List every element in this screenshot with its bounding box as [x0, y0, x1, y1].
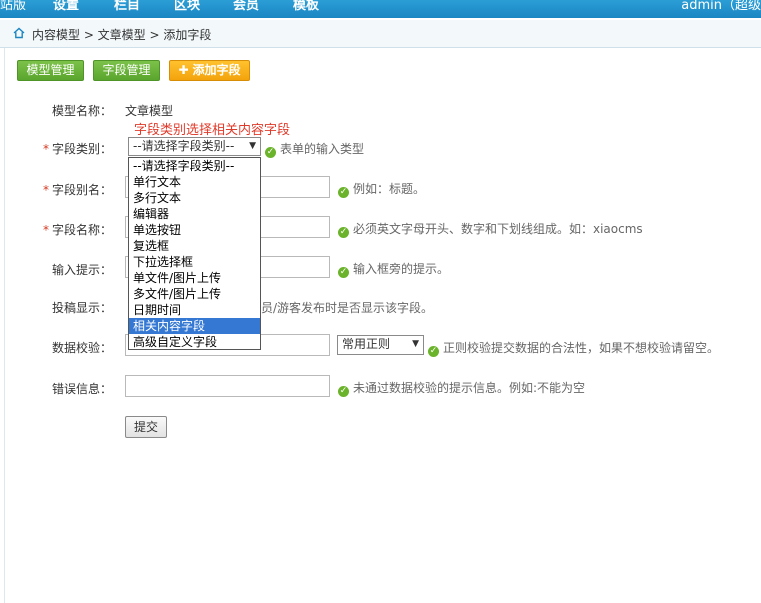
validation-label: 数据校验： [51, 341, 112, 355]
input-tip-hint: ✓ 输入框旁的提示。 [338, 262, 450, 278]
required-mark: * [42, 142, 49, 156]
dropdown-option[interactable]: 高级自定义字段 [129, 334, 260, 350]
field-alias-hint: ✓ 例如：标题。 [338, 182, 426, 198]
nav-item-members[interactable]: 会员 [233, 0, 259, 13]
dropdown-option[interactable]: 编辑器 [129, 206, 260, 222]
dropdown-option-selected[interactable]: 相关内容字段 [129, 318, 260, 334]
model-name-label: 模型名称： [51, 104, 112, 118]
breadcrumb: 内容模型 > 文章模型 > 添加字段 [0, 20, 761, 48]
field-name-hint: ✓ 必须英文字母开头、数字和下划线组成。如：xiaocms [338, 222, 643, 238]
field-type-label: * 字段类别： [42, 142, 112, 156]
model-manage-button[interactable]: 模型管理 [17, 60, 84, 81]
dropdown-option[interactable]: 单选按钮 [129, 222, 260, 238]
nav-item-templates[interactable]: 模板 [293, 0, 319, 13]
validation-hint: ✓ 正则校验提交数据的合法性，如果不想校验请留空。 [428, 341, 720, 357]
annotation-note: 字段类别选择相关内容字段 [134, 123, 291, 138]
field-type-dropdown-list[interactable]: --请选择字段类别-- 单行文本 多行文本 编辑器 单选按钮 复选框 下拉选择框… [128, 157, 261, 350]
field-alias-label: * 字段别名： [42, 183, 112, 197]
submit-show-label: 投稿显示： [51, 301, 112, 315]
add-field-button[interactable]: ✚ 添加字段 [169, 60, 250, 81]
field-type-hint: ✓ 表单的输入类型 [265, 142, 365, 158]
required-mark: * [42, 183, 49, 197]
field-type-selected: --请选择字段类别-- [133, 139, 235, 153]
model-name-value: 文章模型 [125, 104, 174, 118]
nav-site-link[interactable]: 站版 [0, 0, 26, 13]
field-name-label: * 字段名称： [42, 223, 112, 237]
validation-regex-select[interactable]: 常用正则 ▼ [337, 335, 424, 355]
frame-border [4, 48, 5, 603]
nav-item-columns[interactable]: 栏目 [114, 0, 140, 13]
required-mark: * [42, 223, 49, 237]
breadcrumb-text[interactable]: 内容模型 > 文章模型 > 添加字段 [32, 26, 211, 43]
add-field-label: 添加字段 [192, 63, 241, 77]
submit-button[interactable]: 提交 [125, 416, 167, 438]
dropdown-option[interactable]: 下拉选择框 [129, 254, 260, 270]
dropdown-option[interactable]: 多文件/图片上传 [129, 286, 260, 302]
check-icon: ✓ [265, 147, 276, 158]
nav-item-settings[interactable]: 设置 [53, 0, 79, 13]
check-icon: ✓ [338, 187, 349, 198]
check-icon: ✓ [338, 267, 349, 278]
dropdown-option[interactable]: 多行文本 [129, 190, 260, 206]
input-tip-label: 输入提示： [51, 263, 112, 277]
error-message-input[interactable] [125, 375, 330, 397]
error-message-label: 错误信息： [51, 382, 112, 396]
check-icon: ✓ [338, 386, 349, 397]
field-manage-button[interactable]: 字段管理 [93, 60, 160, 81]
validation-regex-selected: 常用正则 [342, 337, 391, 351]
check-icon: ✓ [338, 227, 349, 238]
dropdown-option[interactable]: 日期时间 [129, 302, 260, 318]
dropdown-option[interactable]: 复选框 [129, 238, 260, 254]
current-user[interactable]: admin（超级 [681, 0, 761, 13]
field-type-select[interactable]: --请选择字段类别-- ▼ [128, 137, 261, 156]
dropdown-option[interactable]: 单文件/图片上传 [129, 270, 260, 286]
top-nav-bar: 站版 设置 栏目 区块 会员 模板 admin（超级 [0, 0, 761, 18]
home-icon[interactable] [13, 27, 25, 39]
dropdown-option[interactable]: --请选择字段类别-- [129, 158, 260, 174]
dropdown-arrow-icon: ▼ [249, 141, 256, 151]
plus-icon: ✚ [178, 63, 189, 77]
check-icon: ✓ [428, 346, 439, 357]
error-message-hint: ✓ 未通过数据校验的提示信息。例如:不能为空 [338, 381, 586, 397]
dropdown-arrow-icon: ▼ [412, 339, 419, 349]
submit-show-hint: 员/游客发布时是否显示该字段。 [261, 301, 434, 315]
nav-item-blocks[interactable]: 区块 [174, 0, 200, 13]
dropdown-option[interactable]: 单行文本 [129, 174, 260, 190]
